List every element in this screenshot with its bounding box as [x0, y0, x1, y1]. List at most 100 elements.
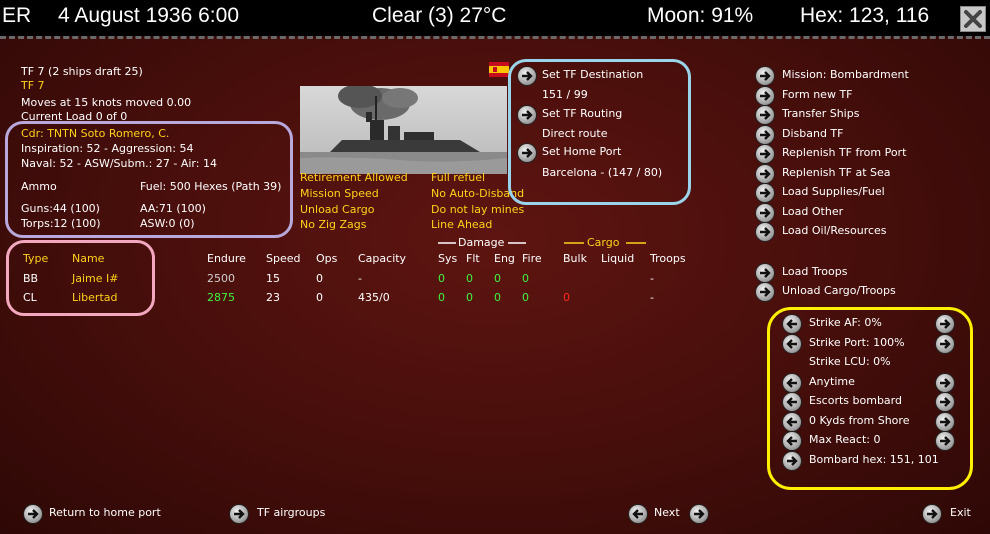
next-button[interactable] [690, 505, 708, 523]
action-disband[interactable]: Disband TF [782, 127, 843, 141]
commander-highlight [5, 121, 293, 238]
moon-phase: Moon: 91% [647, 4, 754, 27]
row-fire: 0 [522, 272, 529, 285]
exit-button[interactable] [923, 505, 941, 523]
ship-name-highlight [6, 240, 155, 316]
col-fire[interactable]: Fire [522, 252, 542, 266]
arrow-right-icon [760, 71, 771, 81]
load-troops-label[interactable]: Load Troops [782, 265, 847, 279]
tf-airgroups-label[interactable]: TF airgroups [257, 506, 325, 520]
row-ops: 0 [316, 272, 323, 285]
option-retirement[interactable]: Retirement Allowed [300, 171, 408, 185]
row-flt: 0 [466, 291, 473, 304]
side-label: ER [2, 4, 32, 27]
nation-flag-icon [489, 62, 509, 77]
action-mission-button[interactable] [756, 67, 774, 85]
arrow-right-icon [234, 509, 245, 519]
row-troops: - [650, 291, 654, 304]
option-unload[interactable]: Unload Cargo [300, 203, 375, 217]
next-label[interactable]: Next [654, 506, 680, 520]
tf-name[interactable]: TF 7 [21, 79, 45, 93]
return-home-button[interactable] [24, 505, 42, 523]
action-load-supplies-button[interactable] [756, 184, 774, 202]
option-refuel[interactable]: Full refuel [431, 171, 485, 185]
col-bulk[interactable]: Bulk [563, 252, 587, 266]
ship-photo [300, 86, 507, 174]
cargo-group-header: Cargo [587, 236, 620, 249]
row-eng: 0 [494, 291, 501, 304]
col-eng[interactable]: Eng [494, 252, 515, 266]
arrow-right-icon [760, 91, 771, 101]
row-endure: 2500 [207, 272, 235, 285]
option-formation[interactable]: Line Ahead [431, 218, 492, 232]
row-capacity: - [358, 272, 362, 285]
action-replenish-port[interactable]: Replenish TF from Port [782, 146, 906, 160]
row-fire: 0 [522, 291, 529, 304]
arrow-right-icon [760, 208, 771, 218]
action-mission[interactable]: Mission: Bombardment [782, 68, 909, 82]
action-transfer-button[interactable] [756, 106, 774, 124]
action-replenish-port-button[interactable] [756, 145, 774, 163]
row-capacity: 435/0 [358, 291, 390, 304]
close-button[interactable] [960, 6, 986, 32]
arrow-right-icon [760, 227, 771, 237]
option-mines[interactable]: Do not lay mines [431, 203, 524, 217]
arrow-right-icon [760, 268, 771, 278]
action-form-tf[interactable]: Form new TF [782, 88, 853, 102]
arrow-right-icon [694, 509, 705, 519]
action-transfer[interactable]: Transfer Ships [782, 107, 859, 121]
col-endure[interactable]: Endure [207, 252, 246, 266]
row-sys: 0 [438, 291, 445, 304]
option-zigzag[interactable]: No Zig Zags [300, 218, 367, 232]
row-flt: 0 [466, 272, 473, 285]
previous-button[interactable] [629, 505, 647, 523]
row-bulk: 0 [563, 291, 570, 304]
damage-group-header: Damage [458, 236, 505, 249]
tf-screen: ER 4 August 1936 6:00 Clear (3) 27°C Moo… [0, 0, 990, 534]
arrow-right-icon [760, 110, 771, 120]
col-capacity[interactable]: Capacity [358, 252, 406, 266]
arrow-right-icon [927, 509, 938, 519]
tf-airgroups-button[interactable] [230, 505, 248, 523]
col-ops[interactable]: Ops [316, 252, 337, 266]
option-speed[interactable]: Mission Speed [300, 187, 379, 201]
row-eng: 0 [494, 272, 501, 285]
action-load-oil[interactable]: Load Oil/Resources [782, 224, 887, 238]
col-speed[interactable]: Speed [266, 252, 300, 266]
action-load-oil-button[interactable] [756, 223, 774, 241]
row-speed: 15 [266, 272, 280, 285]
col-troops[interactable]: Troops [650, 252, 686, 266]
row-speed: 23 [266, 291, 280, 304]
action-disband-button[interactable] [756, 126, 774, 144]
tf-header: TF 7 (2 ships draft 25) [21, 65, 143, 78]
action-replenish-sea[interactable]: Replenish TF at Sea [782, 166, 891, 180]
action-form-tf-button[interactable] [756, 87, 774, 105]
unload-troops-label[interactable]: Unload Cargo/Troops [782, 284, 896, 298]
arrow-right-icon [760, 149, 771, 159]
action-load-supplies[interactable]: Load Supplies/Fuel [782, 185, 885, 199]
top-info-bar: ER 4 August 1936 6:00 Clear (3) 27°C Moo… [0, 0, 990, 36]
col-flt[interactable]: Flt [466, 252, 480, 266]
load-troops-button[interactable] [756, 264, 774, 282]
date-time: 4 August 1936 6:00 [58, 4, 239, 27]
return-home-label[interactable]: Return to home port [49, 506, 161, 520]
bombard-highlight [767, 307, 973, 490]
exit-label[interactable]: Exit [950, 506, 971, 520]
arrow-right-icon [28, 509, 39, 519]
action-replenish-sea-button[interactable] [756, 165, 774, 183]
row-endure: 2875 [207, 291, 235, 304]
action-load-other-button[interactable] [756, 204, 774, 222]
destination-highlight [508, 59, 691, 205]
col-liquid[interactable]: Liquid [601, 252, 634, 266]
unload-troops-button[interactable] [756, 283, 774, 301]
close-icon [964, 10, 982, 28]
action-load-other[interactable]: Load Other [782, 205, 843, 219]
row-ops: 0 [316, 291, 323, 304]
arrow-right-icon [760, 188, 771, 198]
row-sys: 0 [438, 272, 445, 285]
hex-coordinates: Hex: 123, 116 [800, 4, 930, 27]
col-sys[interactable]: Sys [438, 252, 457, 266]
weather: Clear (3) 27°C [372, 4, 507, 27]
arrow-left-icon [632, 509, 643, 519]
arrow-right-icon [760, 287, 771, 297]
